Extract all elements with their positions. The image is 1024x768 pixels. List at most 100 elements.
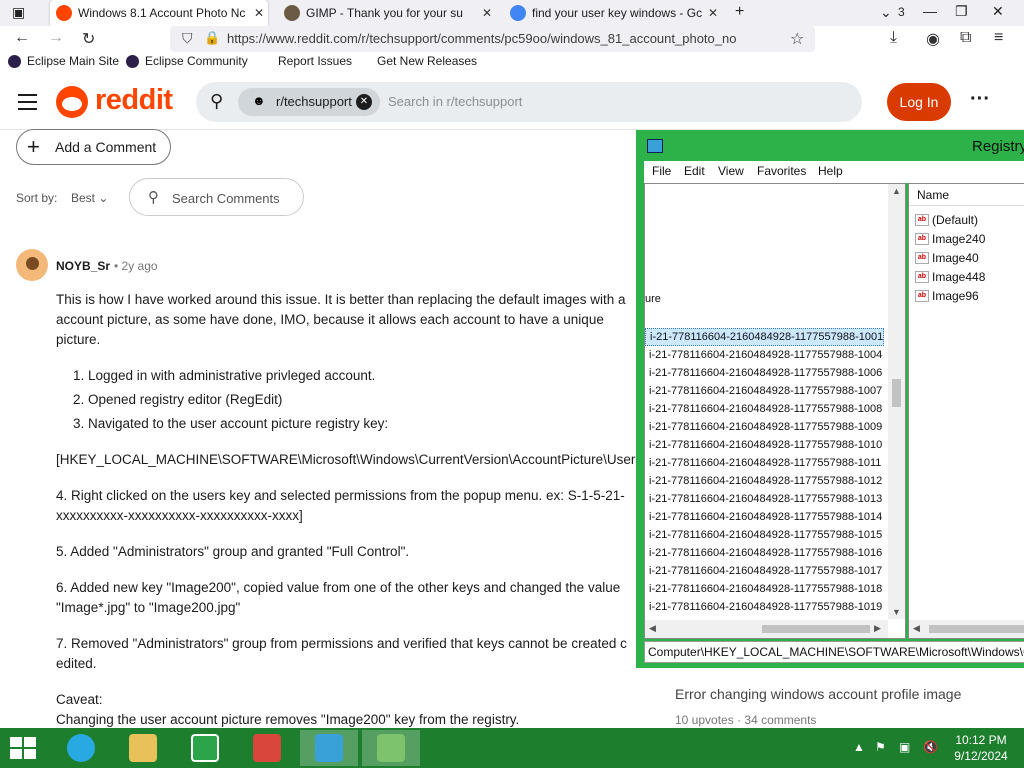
show-hidden-icons-icon[interactable]: ▲ xyxy=(853,740,865,754)
registry-key-row[interactable]: i-21-778116604-2160484928-1177557988-100… xyxy=(645,364,882,382)
menu-edit[interactable]: Edit xyxy=(684,164,705,178)
network-icon[interactable]: ▣ xyxy=(899,740,910,754)
registry-key-row[interactable]: i-21-778116604-2160484928-1177557988-101… xyxy=(645,454,881,472)
reload-icon[interactable]: ↻ xyxy=(82,29,95,49)
registry-value-row[interactable]: ab (Default) xyxy=(915,210,978,229)
scroll-down-icon[interactable]: ▼ xyxy=(892,607,901,617)
bookmark-eclipse-community[interactable]: Eclipse Community xyxy=(126,54,248,68)
registry-key-row[interactable]: i-21-778116604-2160484928-1177557988-101… xyxy=(645,472,882,490)
action-center-icon[interactable]: ⚑ xyxy=(875,740,886,754)
comment-author[interactable]: NOYB_Sr xyxy=(56,259,110,273)
download-icon[interactable]: ⤓ xyxy=(890,29,897,47)
menu-view[interactable]: View xyxy=(718,164,744,178)
bookmark-report-issues[interactable]: Report Issues xyxy=(278,54,352,68)
close-icon[interactable]: ✕ xyxy=(482,6,492,20)
search-input[interactable]: Search in r/techsupport xyxy=(388,94,522,109)
reddit-wordmark[interactable]: reddit xyxy=(95,84,173,117)
tree-vertical-scrollbar[interactable]: ▲ ▼ xyxy=(888,184,905,619)
registry-value-row[interactable]: ab Image96 xyxy=(915,286,979,305)
regedit-taskbar-icon[interactable] xyxy=(300,730,358,766)
bookmark-get-new-releases[interactable]: Get New Releases xyxy=(377,54,477,68)
reddit-search-bar[interactable]: ⚲ ☻ r/techsupport ✕ Search in r/techsupp… xyxy=(196,82,862,122)
registry-key-tree[interactable]: ure i-21-778116604-2160484928-1177557988… xyxy=(644,183,906,639)
subreddit-chip[interactable]: ☻ r/techsupport ✕ xyxy=(238,88,380,116)
registry-key-row[interactable]: i-21-778116604-2160484928-1177557988-100… xyxy=(645,400,882,418)
chevron-down-icon[interactable]: ⌄ xyxy=(880,4,892,21)
registry-value-row[interactable]: ab Image448 xyxy=(915,267,985,286)
tab-google[interactable]: find your user key windows - Gc ✕ xyxy=(504,0,722,26)
minimize-icon[interactable]: — xyxy=(923,3,937,19)
search-comments-input[interactable]: Search Comments xyxy=(172,191,280,206)
registry-key-row[interactable]: i-21-778116604-2160484928-1177557988-101… xyxy=(645,544,882,562)
regedit-icon xyxy=(647,139,663,153)
taskbar-clock[interactable]: 10:12 PM 9/12/2024 xyxy=(946,732,1016,764)
registry-key-row[interactable]: i-21-778116604-2160484928-1177557988-101… xyxy=(645,526,882,544)
avatar[interactable] xyxy=(16,249,48,281)
scroll-up-icon[interactable]: ▲ xyxy=(892,186,901,196)
menu-help[interactable]: Help xyxy=(818,164,843,178)
values-horizontal-scrollbar[interactable]: ◀ xyxy=(909,620,1024,638)
scroll-left-icon[interactable]: ◀ xyxy=(649,623,656,634)
registry-key-row[interactable]: i-21-778116604-2160484928-1177557988-101… xyxy=(645,580,882,598)
account-icon[interactable]: ◉ xyxy=(926,29,940,49)
windows-start-icon[interactable] xyxy=(10,737,38,761)
internet-explorer-icon[interactable] xyxy=(52,730,110,766)
url-text[interactable]: https://www.reddit.com/r/techsupport/com… xyxy=(227,31,787,46)
more-options-icon[interactable]: ··· xyxy=(970,88,990,111)
registry-key-row[interactable]: i-21-778116604-2160484928-1177557988-101… xyxy=(645,598,882,616)
scroll-left-icon[interactable]: ◀ xyxy=(913,623,920,634)
scroll-thumb[interactable] xyxy=(929,625,1024,633)
menu-favorites[interactable]: Favorites xyxy=(757,164,806,178)
comment-paragraph: 4. Right clicked on the users key and se… xyxy=(56,486,646,526)
registry-key-row[interactable]: i-21-778116604-2160484928-1177557988-101… xyxy=(645,436,882,454)
registry-key-row[interactable]: i-21-778116604-2160484928-1177557988-100… xyxy=(645,328,885,346)
hamburger-menu-icon[interactable] xyxy=(18,94,37,115)
app-icon[interactable] xyxy=(238,730,296,766)
volume-muted-icon[interactable]: 🔇 xyxy=(923,740,938,754)
bookmark-eclipse-main[interactable]: Eclipse Main Site xyxy=(8,54,119,68)
close-window-icon[interactable]: ✕ xyxy=(992,3,1004,20)
file-explorer-icon[interactable] xyxy=(114,730,172,766)
store-icon[interactable] xyxy=(176,730,234,766)
reddit-logo-icon[interactable] xyxy=(56,86,88,118)
registry-values-pane[interactable]: Name ab (Default) ab Image240 ab Image40 ab… xyxy=(908,183,1024,639)
registry-key-row[interactable]: i-21-778116604-2160484928-1177557988-101… xyxy=(645,490,882,508)
sort-dropdown[interactable]: Best ⌄ xyxy=(71,191,108,205)
shield-icon[interactable]: ⛉ xyxy=(182,30,193,47)
tree-horizontal-scrollbar[interactable]: ◀ ▶ xyxy=(645,620,888,638)
clear-chip-icon[interactable]: ✕ xyxy=(356,94,372,110)
eclipse-icon xyxy=(8,54,21,68)
tab-list-icon[interactable]: ▣ xyxy=(12,4,25,21)
login-button[interactable]: Log In xyxy=(887,83,951,121)
scroll-thumb[interactable] xyxy=(762,625,870,633)
column-header-name[interactable]: Name xyxy=(909,184,1024,206)
restore-icon[interactable]: ❐ xyxy=(955,3,968,20)
bookmark-star-icon[interactable]: ☆ xyxy=(790,29,804,49)
registry-key-row[interactable]: i-21-778116604-2160484928-1177557988-100… xyxy=(645,382,882,400)
url-bar[interactable]: ⛉ 🔒 https://www.reddit.com/r/techsupport… xyxy=(170,26,815,52)
registry-key-row[interactable]: i-21-778116604-2160484928-1177557988-101… xyxy=(645,508,882,526)
scroll-thumb[interactable] xyxy=(892,379,901,407)
registry-key-row[interactable]: i-21-778116604-2160484928-1177557988-100… xyxy=(645,418,882,436)
close-icon[interactable]: ✕ xyxy=(254,6,264,20)
new-tab-icon[interactable]: + xyxy=(735,3,744,21)
registry-value-row[interactable]: ab Image240 xyxy=(915,229,985,248)
related-post-title[interactable]: Error changing windows account profile i… xyxy=(675,686,961,702)
menu-file[interactable]: File xyxy=(652,164,671,178)
registry-title-bar[interactable]: Registry xyxy=(636,130,1024,160)
registry-key-row[interactable]: i-21-778116604-2160484928-1177557988-100… xyxy=(645,346,882,364)
scroll-right-icon[interactable]: ▶ xyxy=(874,623,881,634)
lock-icon[interactable]: 🔒 xyxy=(204,30,220,46)
menu-icon[interactable]: ≡ xyxy=(994,29,1003,47)
tab-reddit[interactable]: Windows 8.1 Account Photo Nc ✕ xyxy=(50,0,268,26)
tab-gimp[interactable]: GIMP - Thank you for your su ✕ xyxy=(278,0,496,26)
registry-value-row[interactable]: ab Image40 xyxy=(915,248,979,267)
close-icon[interactable]: ✕ xyxy=(708,6,718,20)
forward-icon[interactable]: → xyxy=(48,29,64,47)
registry-key-row[interactable]: i-21-778116604-2160484928-1177557988-101… xyxy=(645,562,882,580)
back-icon[interactable]: ← xyxy=(14,29,30,47)
add-comment-button[interactable]: + Add a Comment xyxy=(16,129,171,165)
extensions-icon[interactable]: ⧉ xyxy=(960,29,971,47)
installer-icon[interactable] xyxy=(362,730,420,766)
search-comments-box[interactable]: ⚲ Search Comments xyxy=(129,178,304,216)
